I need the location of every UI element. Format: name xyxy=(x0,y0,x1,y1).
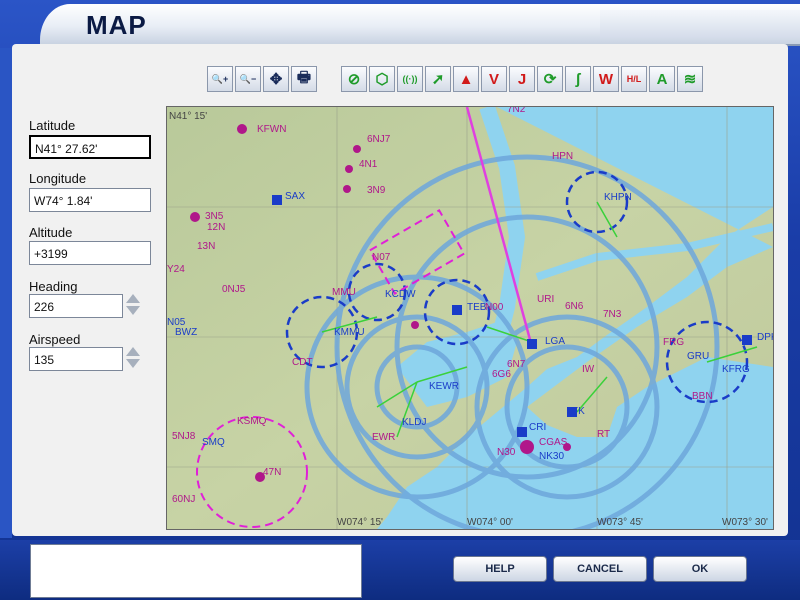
svg-text:CRI: CRI xyxy=(529,422,546,433)
heading-label: Heading xyxy=(29,279,78,294)
svg-text:NK30: NK30 xyxy=(539,451,564,462)
svg-text:7N2: 7N2 xyxy=(507,107,526,115)
svg-text:URI: URI xyxy=(537,294,554,305)
svg-text:60NJ: 60NJ xyxy=(172,494,195,505)
cancel-button[interactable]: CANCEL xyxy=(553,556,647,582)
svg-text:HPN: HPN xyxy=(552,151,573,162)
svg-text:IW: IW xyxy=(582,364,595,375)
svg-text:KLDJ: KLDJ xyxy=(402,417,426,428)
svg-text:KCDW: KCDW xyxy=(385,289,416,300)
svg-text:RT: RT xyxy=(597,429,610,440)
svg-text:6G6: 6G6 xyxy=(492,369,511,380)
svg-text:EWR: EWR xyxy=(372,432,395,443)
victor-airways-icon[interactable]: V xyxy=(481,66,507,92)
svg-text:3N9: 3N9 xyxy=(367,185,386,196)
window-title: MAP xyxy=(86,10,147,40)
svg-text:KSMQ: KSMQ xyxy=(237,416,267,427)
svg-text:W073° 30': W073° 30' xyxy=(722,517,768,528)
svg-text:W074° 15': W074° 15' xyxy=(337,517,383,528)
airspeed-label: Airspeed xyxy=(29,332,81,347)
svg-text:CGAS: CGAS xyxy=(539,437,568,448)
svg-text:KMMU: KMMU xyxy=(334,327,365,338)
zoom-in-icon[interactable]: 🔍+ xyxy=(207,66,233,92)
airspeed-up-icon[interactable] xyxy=(126,347,140,356)
high-low-icon[interactable]: H/L xyxy=(621,66,647,92)
svg-text:KHPN: KHPN xyxy=(604,192,632,203)
heading-field[interactable]: 226 xyxy=(29,294,123,318)
heading-spinner[interactable] xyxy=(124,293,142,317)
runway-icon[interactable]: ≋ xyxy=(677,66,703,92)
map-canvas[interactable]: KFWN 6NJ7 4N1 3N9 SAX 3N5 12N 13N 0NJ5 Y… xyxy=(167,107,773,529)
airspeed-spinner[interactable] xyxy=(124,346,142,370)
title-stripe xyxy=(600,10,800,38)
svg-text:4N1: 4N1 xyxy=(359,159,378,170)
airway-icon[interactable]: ➚ xyxy=(425,66,451,92)
svg-text:FRG: FRG xyxy=(663,337,684,348)
weather-icon[interactable]: W xyxy=(593,66,619,92)
terrain-icon[interactable]: ▲ xyxy=(453,66,479,92)
svg-text:W073° 45': W073° 45' xyxy=(597,517,643,528)
ils-layer-icon[interactable]: ((·)) xyxy=(397,66,423,92)
svg-text:GRU: GRU xyxy=(687,351,709,362)
title-bar: MAP xyxy=(0,0,800,48)
airspeed-field[interactable]: 135 xyxy=(29,347,123,371)
ndb-layer-icon[interactable]: ⬡ xyxy=(369,66,395,92)
layer-toolbar: ⊘ ⬡ ((·)) ➚ ▲ V J ⟳ ʃ W H/L A ≋ xyxy=(341,66,703,94)
svg-text:6N6: 6N6 xyxy=(565,301,584,312)
heading-up-icon[interactable] xyxy=(126,294,140,303)
svg-text:BWZ: BWZ xyxy=(175,327,197,338)
ok-button[interactable]: OK xyxy=(653,556,747,582)
status-box xyxy=(30,544,362,598)
title-tab xyxy=(40,4,800,46)
svg-text:13N: 13N xyxy=(197,241,215,252)
svg-text:DPK: DPK xyxy=(757,332,773,343)
svg-text:N00: N00 xyxy=(485,302,504,313)
svg-text:KFRG: KFRG xyxy=(722,364,750,375)
center-icon[interactable]: ✥ xyxy=(263,66,289,92)
svg-text:0NJ5: 0NJ5 xyxy=(222,284,246,295)
altitude-label: Altitude xyxy=(29,225,73,240)
svg-text:SMQ: SMQ xyxy=(202,437,225,448)
altitude-field[interactable]: +3199 xyxy=(29,241,151,265)
heading-down-icon[interactable] xyxy=(126,306,140,315)
latitude-field[interactable]: N41° 27.62' xyxy=(29,135,151,159)
jet-airways-icon[interactable]: J xyxy=(509,66,535,92)
svg-text:N30: N30 xyxy=(497,447,516,458)
holding-icon[interactable]: ⟳ xyxy=(537,66,563,92)
airport-label-icon[interactable]: A xyxy=(649,66,675,92)
svg-text:KFWN: KFWN xyxy=(257,124,286,135)
svg-text:W074° 00': W074° 00' xyxy=(467,517,513,528)
zoom-out-icon[interactable]: 🔍− xyxy=(235,66,261,92)
left-border xyxy=(0,48,12,538)
approach-icon[interactable]: ʃ xyxy=(565,66,591,92)
svg-text:5NJ8: 5NJ8 xyxy=(172,431,196,442)
svg-text:LGA: LGA xyxy=(545,336,565,347)
svg-text:47N: 47N xyxy=(263,467,281,478)
svg-text:N41° 15': N41° 15' xyxy=(169,111,207,122)
svg-text:N07: N07 xyxy=(372,252,391,263)
print-icon[interactable]: 🖶 xyxy=(291,66,317,92)
svg-text:Y24: Y24 xyxy=(167,264,185,275)
view-toolbar: 🔍+ 🔍− ✥ 🖶 xyxy=(207,66,317,94)
map-view[interactable]: KFWN 6NJ7 4N1 3N9 SAX 3N5 12N 13N 0NJ5 Y… xyxy=(166,106,774,530)
svg-text:3N5: 3N5 xyxy=(205,211,224,222)
vor-layer-icon[interactable]: ⊘ xyxy=(341,66,367,92)
svg-text:12N: 12N xyxy=(207,222,225,233)
svg-text:TEB: TEB xyxy=(467,302,487,313)
longitude-field[interactable]: W74° 1.84' xyxy=(29,188,151,212)
svg-text:KEWR: KEWR xyxy=(429,381,459,392)
svg-text:7N3: 7N3 xyxy=(603,309,622,320)
svg-text:6NJ7: 6NJ7 xyxy=(367,134,391,145)
longitude-label: Longitude xyxy=(29,171,87,186)
svg-text:BBN: BBN xyxy=(692,391,713,402)
help-button[interactable]: HELP xyxy=(453,556,547,582)
airspeed-down-icon[interactable] xyxy=(126,359,140,368)
latitude-label: Latitude xyxy=(29,118,76,133)
svg-text:SAX: SAX xyxy=(285,191,305,202)
svg-text:CDT: CDT xyxy=(292,357,313,368)
svg-text:JFK: JFK xyxy=(567,406,585,417)
svg-text:MMU: MMU xyxy=(332,287,356,298)
